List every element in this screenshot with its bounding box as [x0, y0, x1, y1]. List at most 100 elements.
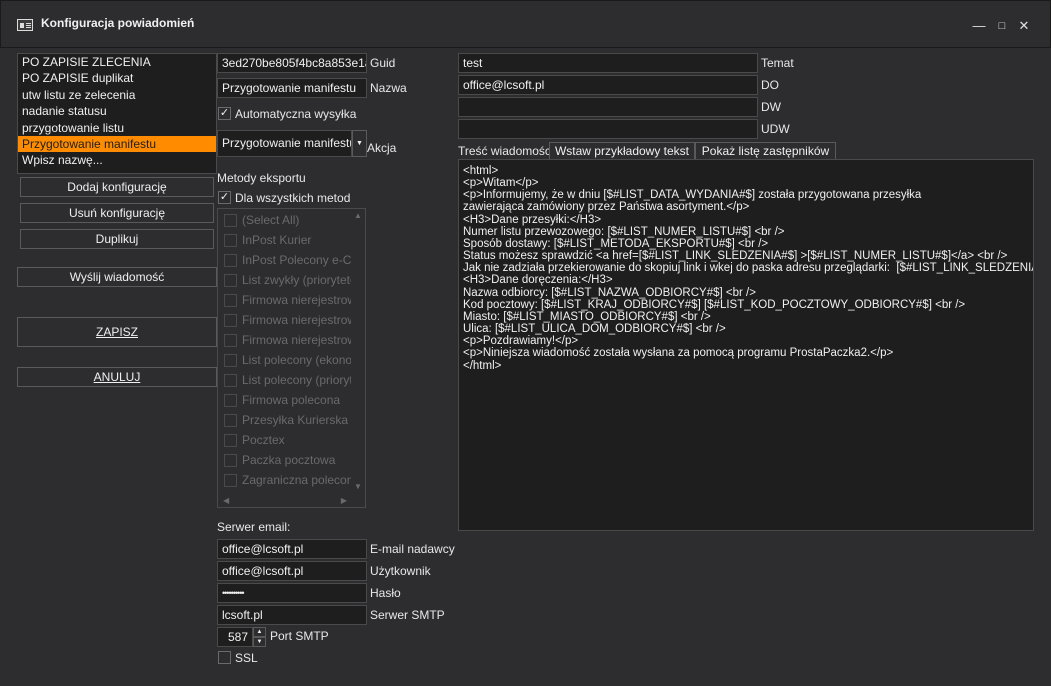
method-label: Zagraniczna polecona	[242, 473, 361, 487]
message-body-editor[interactable]: <html> <p>Witam</p> <p>Informujemy, że w…	[458, 159, 1034, 531]
close-icon[interactable]: ✕	[1014, 16, 1034, 36]
checkbox	[224, 293, 237, 307]
list-item: Firmowa nierejestrowa	[224, 310, 363, 330]
method-label: List polecony (prioryte	[242, 373, 360, 387]
method-label: List polecony (ekonom	[242, 353, 363, 367]
method-label: Przesyłka Kurierska 48	[242, 413, 365, 427]
smtp-server-field[interactable]: lcsoft.pl	[217, 605, 367, 625]
body-label: Treść wiadomości:	[458, 144, 557, 158]
all-methods-checkbox[interactable]: ✓	[218, 191, 231, 204]
list-item: Paczka pocztowa	[224, 450, 335, 470]
subject-label: Temat	[761, 56, 794, 70]
list-item: Firmowa polecona	[224, 390, 340, 410]
checkbox	[224, 253, 237, 267]
checkbox	[224, 273, 237, 287]
list-item: List zwykły (priorytetow	[224, 270, 365, 290]
sender-email-label: E-mail nadawcy	[370, 542, 455, 556]
export-methods-list[interactable]: (Select All) InPost Kurier InPost Poleco…	[217, 208, 366, 508]
to-label: DO	[761, 78, 779, 92]
chevron-down-icon[interactable]: ▼	[352, 130, 367, 157]
cc-label: DW	[761, 100, 781, 114]
list-item: Pocztex	[224, 430, 285, 450]
method-label: Firmowa nierejestrowa	[242, 333, 363, 347]
checkbox	[224, 213, 237, 227]
smtp-server-label: Serwer SMTP	[370, 608, 445, 622]
horizontal-scrollbar[interactable]: ◀ ▶	[218, 493, 365, 507]
subject-field[interactable]: test	[458, 53, 758, 73]
insert-sample-button[interactable]: Wstaw przykładowy tekst	[549, 142, 695, 160]
guid-field[interactable]: 3ed270be805f4bc8a853e1a5	[217, 53, 367, 73]
port-up-icon[interactable]: ▲	[253, 627, 266, 637]
method-label: InPost Polecony e-Com	[242, 253, 366, 267]
window-title: Konfiguracja powiadomień	[41, 16, 195, 30]
method-label: Firmowa nierejestrowa	[242, 293, 363, 307]
config-list[interactable]: PO ZAPISIE ZLECENIA PO ZAPISIE duplikat …	[17, 53, 217, 174]
password-field[interactable]: ••••••••••	[217, 583, 367, 603]
duplicate-button[interactable]: Duplikuj	[20, 229, 214, 249]
name-label: Nazwa	[370, 81, 407, 95]
list-item-new[interactable]: Wpisz nazwę...	[18, 152, 216, 168]
checkbox	[224, 353, 237, 367]
list-item: Przesyłka Kurierska 48	[224, 410, 365, 430]
maximize-icon[interactable]: □	[992, 16, 1012, 36]
method-label: Pocztex	[242, 433, 285, 447]
smtp-port-field[interactable]: 587	[217, 627, 253, 647]
checkbox	[224, 413, 237, 427]
list-item: InPost Polecony e-Com	[224, 250, 366, 270]
sender-email-field[interactable]: office@lcsoft.pl	[217, 539, 367, 559]
name-field[interactable]: Przygotowanie manifestu	[217, 78, 367, 98]
cc-field[interactable]	[458, 97, 758, 117]
checkbox	[224, 473, 237, 487]
list-item: InPost Kurier	[224, 230, 311, 250]
list-item: Zagraniczna polecona	[224, 470, 360, 490]
list-item: (Select All)	[224, 210, 299, 230]
app-icon	[17, 19, 33, 31]
all-methods-label: Dla wszystkich metod	[235, 191, 351, 205]
list-item[interactable]: PO ZAPISIE duplikat	[18, 70, 216, 86]
list-item[interactable]: utw listu ze zelecenia	[18, 87, 216, 103]
action-select[interactable]: Przygotowanie manifestu	[217, 130, 352, 157]
checkbox	[224, 233, 237, 247]
checkbox	[224, 453, 237, 467]
username-label: Użytkownik	[370, 564, 431, 578]
username-field[interactable]: office@lcsoft.pl	[217, 561, 367, 581]
scroll-down-icon[interactable]: ▼	[354, 482, 362, 491]
bcc-field[interactable]	[458, 119, 758, 139]
checkbox	[224, 333, 237, 347]
scroll-left-icon[interactable]: ◀	[223, 496, 229, 505]
list-item[interactable]: PO ZAPISIE ZLECENIA	[18, 54, 216, 70]
checkbox	[224, 393, 237, 407]
list-item[interactable]: nadanie statusu	[18, 103, 216, 119]
ssl-label: SSL	[235, 651, 258, 665]
smtp-section-label: Serwer email:	[217, 520, 291, 534]
list-item: List polecony (ekonom	[224, 350, 362, 370]
checkbox	[224, 373, 237, 387]
minimize-icon[interactable]: —	[969, 16, 989, 36]
list-item-selected[interactable]: Przygotowanie manifestu	[18, 135, 216, 153]
ssl-checkbox[interactable]	[218, 651, 231, 664]
to-field[interactable]: office@lcsoft.pl	[458, 75, 758, 95]
scroll-right-icon[interactable]: ▶	[341, 496, 347, 505]
show-placeholders-button[interactable]: Pokaż listę zastępników	[695, 142, 836, 160]
remove-config-button[interactable]: Usuń konfigurację	[20, 203, 214, 223]
guid-label: Guid	[370, 56, 396, 70]
port-down-icon[interactable]: ▼	[253, 637, 266, 647]
list-item[interactable]: przygotowanie listu	[18, 120, 216, 136]
scroll-up-icon[interactable]: ▲	[354, 211, 362, 220]
password-label: Hasło	[370, 586, 401, 600]
auto-send-checkbox[interactable]: ✓	[218, 107, 231, 120]
list-item: List polecony (prioryte	[224, 370, 359, 390]
vertical-scrollbar[interactable]: ▲ ▼	[351, 209, 365, 493]
method-label: Paczka pocztowa	[242, 453, 336, 467]
auto-send-label: Automatyczna wysyłka	[235, 107, 357, 121]
checkbox	[224, 433, 237, 447]
send-message-button[interactable]: Wyślij wiadomość	[17, 267, 217, 287]
method-label: List zwykły (priorytetow	[242, 273, 366, 287]
add-config-button[interactable]: Dodaj konfigurację	[20, 177, 214, 197]
save-button[interactable]: ZAPISZ	[17, 317, 217, 347]
method-label: (Select All)	[242, 213, 300, 227]
export-methods-label: Metody eksportu	[217, 171, 306, 185]
method-label: Firmowa polecona	[242, 393, 341, 407]
cancel-button[interactable]: ANULUJ	[17, 367, 217, 387]
action-label: Akcja	[367, 141, 397, 155]
